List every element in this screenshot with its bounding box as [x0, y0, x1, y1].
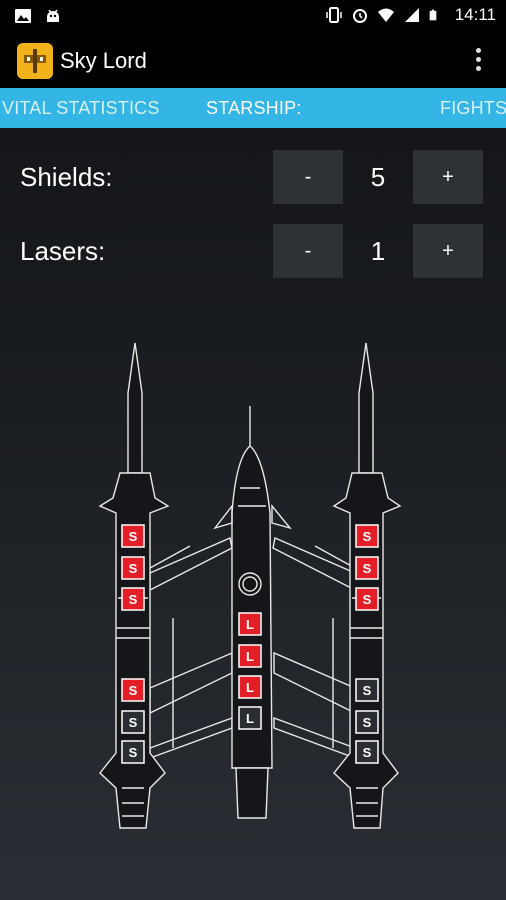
svg-text:S: S — [129, 561, 138, 576]
right-pod-slot-3[interactable]: S — [355, 587, 379, 611]
app-title: Sky Lord — [60, 48, 147, 73]
status-bar: 14:11 — [0, 0, 506, 33]
signal-icon — [404, 8, 419, 22]
center-laser-slot-1[interactable]: L — [238, 612, 262, 636]
app-bar: Sky Lord — [0, 33, 506, 88]
svg-text:S: S — [129, 745, 138, 760]
sky-lord-logo — [17, 43, 53, 79]
right-pod-slot-5[interactable]: S — [355, 710, 379, 734]
center-laser-slot-2[interactable]: L — [238, 644, 262, 668]
alarm-icon — [352, 9, 367, 23]
svg-text:L: L — [246, 680, 254, 695]
svg-text:S: S — [129, 683, 138, 698]
svg-text:S: S — [363, 715, 372, 730]
left-pod-slot-2[interactable]: S — [121, 556, 145, 580]
tab-vital-statistics[interactable]: VITAL STATISTICS — [2, 98, 160, 119]
wifi-icon — [377, 8, 394, 22]
svg-text:S: S — [363, 529, 372, 544]
starship-diagram: S S S S S S L L L L S S S S S S — [98, 342, 402, 829]
svg-text:L: L — [246, 617, 254, 632]
status-clock: 14:11 — [454, 5, 496, 24]
battery-icon — [429, 9, 437, 21]
starship-panel: Shields: - 5 + Lasers: - 1 + S S S S S S… — [0, 128, 506, 900]
android-debug-icon — [47, 9, 59, 22]
svg-text:L: L — [246, 711, 254, 726]
right-pod-slot-2[interactable]: S — [355, 556, 379, 580]
image-icon — [15, 9, 31, 23]
right-pod-slot-1[interactable]: S — [355, 524, 379, 548]
svg-text:S: S — [363, 592, 372, 607]
left-pod-slot-6[interactable]: S — [121, 740, 145, 764]
right-pod-slot-6[interactable]: S — [355, 740, 379, 764]
tab-bar: VITAL STATISTICS STARSHIP: FIGHTS — [0, 88, 506, 128]
right-pod-slot-4[interactable]: S — [355, 678, 379, 702]
overflow-menu-icon[interactable] — [474, 48, 482, 74]
svg-text:L: L — [246, 649, 254, 664]
svg-text:S: S — [129, 715, 138, 730]
svg-text:S: S — [129, 529, 138, 544]
left-pod-slot-4[interactable]: S — [121, 678, 145, 702]
svg-text:S: S — [129, 592, 138, 607]
left-pod-slot-1[interactable]: S — [121, 524, 145, 548]
center-laser-slot-4[interactable]: L — [238, 706, 262, 730]
center-laser-slot-3[interactable]: L — [238, 675, 262, 699]
svg-text:S: S — [363, 683, 372, 698]
ship-fuselage — [213, 406, 292, 819]
left-pod-slot-3[interactable]: S — [121, 587, 145, 611]
svg-text:S: S — [363, 745, 372, 760]
vibrate-icon — [325, 7, 342, 23]
tab-fights[interactable]: FIGHTS — [440, 98, 506, 119]
tab-starship[interactable]: STARSHIP: — [206, 98, 301, 119]
left-pod-slot-5[interactable]: S — [121, 710, 145, 734]
svg-text:S: S — [363, 561, 372, 576]
